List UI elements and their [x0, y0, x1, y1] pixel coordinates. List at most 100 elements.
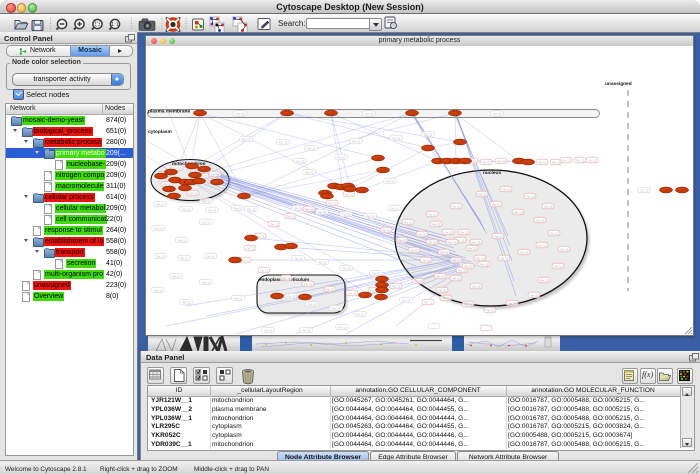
svg-text:Ybr 12: Ybr 12 [482, 334, 491, 335]
svg-text:Ybr 12: Ybr 12 [560, 247, 569, 251]
svg-text:Ybr 12: Ybr 12 [588, 158, 597, 162]
svg-text:Ybr 12: Ybr 12 [494, 234, 503, 238]
svg-text:Ybr 12: Ybr 12 [520, 250, 529, 254]
svg-text:Ybr 12: Ybr 12 [246, 246, 255, 250]
svg-text:Ybr 12: Ybr 12 [404, 220, 413, 224]
svg-text:Ybr 12: Ybr 12 [424, 132, 433, 136]
svg-text:Ybr 12: Ybr 12 [540, 278, 549, 282]
svg-text:Ybr 12: Ybr 12 [476, 256, 485, 260]
svg-text:Ybr 12: Ybr 12 [206, 254, 215, 258]
svg-text:Ybr 12: Ybr 12 [640, 188, 649, 192]
svg-text:Ybr 12: Ybr 12 [302, 328, 311, 332]
svg-text:Ybr 12: Ybr 12 [460, 230, 469, 234]
svg-text:Ybr 12: Ybr 12 [260, 268, 269, 272]
svg-text:Ybr 12: Ybr 12 [352, 139, 361, 143]
svg-text:Ybr 12: Ybr 12 [424, 300, 433, 304]
svg-text:Ybr 12: Ybr 12 [502, 187, 511, 191]
svg-text:Ybr 12: Ybr 12 [452, 258, 461, 262]
svg-text:Ybr 12: Ybr 12 [178, 238, 187, 242]
svg-text:Ybr 12: Ybr 12 [156, 202, 165, 206]
svg-text:Ybr 12: Ybr 12 [382, 228, 391, 232]
svg-text:Ybr 12: Ybr 12 [398, 238, 407, 242]
svg-text:Ybr 12: Ybr 12 [172, 274, 181, 278]
svg-text:Ybr 12: Ybr 12 [372, 271, 381, 275]
svg-text:Ybr 12: Ybr 12 [472, 240, 481, 244]
svg-text:Ybr 12: Ybr 12 [286, 214, 295, 218]
svg-text:Ybr 12: Ybr 12 [550, 231, 559, 235]
svg-text:Ybr 12: Ybr 12 [180, 256, 189, 260]
svg-text:unassigned: unassigned [605, 81, 632, 87]
svg-text:Ybr 12: Ybr 12 [552, 160, 561, 164]
svg-text:Ybr 12: Ybr 12 [422, 258, 431, 262]
svg-text:Ybr 12: Ybr 12 [305, 207, 314, 211]
svg-text:Ybr 12: Ybr 12 [294, 256, 303, 260]
svg-text:Ybr 12: Ybr 12 [538, 243, 547, 247]
svg-text:Ybr 12: Ybr 12 [432, 222, 441, 226]
svg-text:Ybr 12: Ybr 12 [247, 207, 256, 211]
svg-text:Ybr 12: Ybr 12 [202, 199, 211, 203]
svg-text:Ybr 12: Ybr 12 [390, 206, 399, 210]
svg-text:Ybr 12: Ybr 12 [234, 206, 243, 210]
svg-text:Ybr 12: Ybr 12 [436, 274, 445, 278]
svg-text:Ybr 12: Ybr 12 [282, 276, 291, 280]
svg-text:Ybr 12: Ybr 12 [326, 287, 335, 291]
svg-text:Ybr 12: Ybr 12 [307, 146, 316, 150]
svg-text:Ybr 12: Ybr 12 [410, 248, 419, 252]
svg-text:Ybr 12: Ybr 12 [208, 208, 217, 212]
svg-text:Ybr 12: Ybr 12 [189, 191, 198, 195]
svg-text:Ybr 12: Ybr 12 [338, 325, 347, 329]
svg-text:Ybr 12: Ybr 12 [342, 266, 351, 270]
svg-text:Ybr 12: Ybr 12 [478, 192, 487, 196]
svg-text:Ybr 12: Ybr 12 [486, 308, 495, 312]
svg-text:Ybr 12: Ybr 12 [438, 288, 447, 292]
svg-text:Ybr 12: Ybr 12 [414, 279, 423, 283]
svg-text:Ybr 12: Ybr 12 [202, 220, 211, 224]
svg-text:Ybr 12: Ybr 12 [497, 159, 506, 163]
svg-text:Ybr 12: Ybr 12 [440, 250, 449, 254]
svg-text:Ybr 12: Ybr 12 [279, 140, 288, 144]
svg-text:Ybr 12: Ybr 12 [305, 170, 314, 174]
svg-text:cytoplasm: cytoplasm [148, 129, 172, 135]
svg-text:Ybr 12: Ybr 12 [428, 212, 437, 216]
svg-text:Ybr 12: Ybr 12 [444, 230, 453, 234]
svg-text:Ybr 12: Ybr 12 [538, 160, 547, 164]
svg-text:Ybr 12: Ybr 12 [464, 302, 473, 306]
svg-text:Ybr 12: Ybr 12 [296, 159, 305, 163]
svg-text:Ybr 12: Ybr 12 [468, 246, 477, 250]
svg-text:Ybr 12: Ybr 12 [211, 172, 220, 176]
svg-text:Ybr 12: Ybr 12 [492, 202, 501, 206]
svg-text:Ybr 12: Ybr 12 [544, 204, 553, 208]
svg-text:Ybr 12: Ybr 12 [500, 256, 509, 260]
svg-text:Ybr 12: Ybr 12 [154, 288, 163, 292]
svg-text:Ybr 12: Ybr 12 [342, 212, 351, 216]
svg-text:Ybr 12: Ybr 12 [242, 137, 251, 141]
svg-text:Ybr 12: Ybr 12 [392, 284, 401, 288]
svg-text:1:1: 1:1 [111, 22, 119, 28]
svg-text:Ybr 12: Ybr 12 [562, 158, 571, 162]
svg-text:Ybr 12: Ybr 12 [418, 232, 427, 236]
svg-text:Ybr 12: Ybr 12 [182, 207, 191, 211]
svg-text:Ybr 12: Ybr 12 [576, 158, 585, 162]
svg-text:Ybr 12: Ybr 12 [318, 210, 327, 214]
svg-text:Ybr 12: Ybr 12 [304, 282, 313, 286]
svg-text:Ybr 12: Ybr 12 [287, 294, 296, 298]
svg-text:Ybr 12: Ybr 12 [154, 226, 163, 230]
svg-text:Ybr 12: Ybr 12 [234, 296, 243, 300]
svg-text:Ybr 12: Ybr 12 [472, 284, 481, 288]
svg-text:Ybr 12: Ybr 12 [482, 160, 491, 164]
svg-text:Ybr 12: Ybr 12 [156, 254, 165, 258]
svg-text:Ybr 12: Ybr 12 [348, 291, 357, 295]
svg-text:Ybr 12: Ybr 12 [480, 262, 489, 266]
svg-text:Ybr 12: Ybr 12 [448, 240, 457, 244]
svg-text:Ybr 12: Ybr 12 [442, 296, 451, 300]
svg-text:Ybr 12: Ybr 12 [366, 214, 375, 218]
svg-text:Ybr 12: Ybr 12 [328, 201, 337, 205]
svg-text:Ybr 12: Ybr 12 [241, 258, 250, 262]
svg-text:Ybr 12: Ybr 12 [530, 293, 539, 297]
svg-text:Ybr 12: Ybr 12 [356, 312, 365, 316]
svg-text:Ybr 12: Ybr 12 [236, 112, 245, 116]
svg-text:Ybr 12: Ybr 12 [493, 112, 502, 116]
svg-text:Ybr 12: Ybr 12 [452, 204, 461, 208]
svg-text:Ybr 12: Ybr 12 [264, 328, 273, 332]
svg-text:Ybr 12: Ybr 12 [386, 179, 395, 183]
